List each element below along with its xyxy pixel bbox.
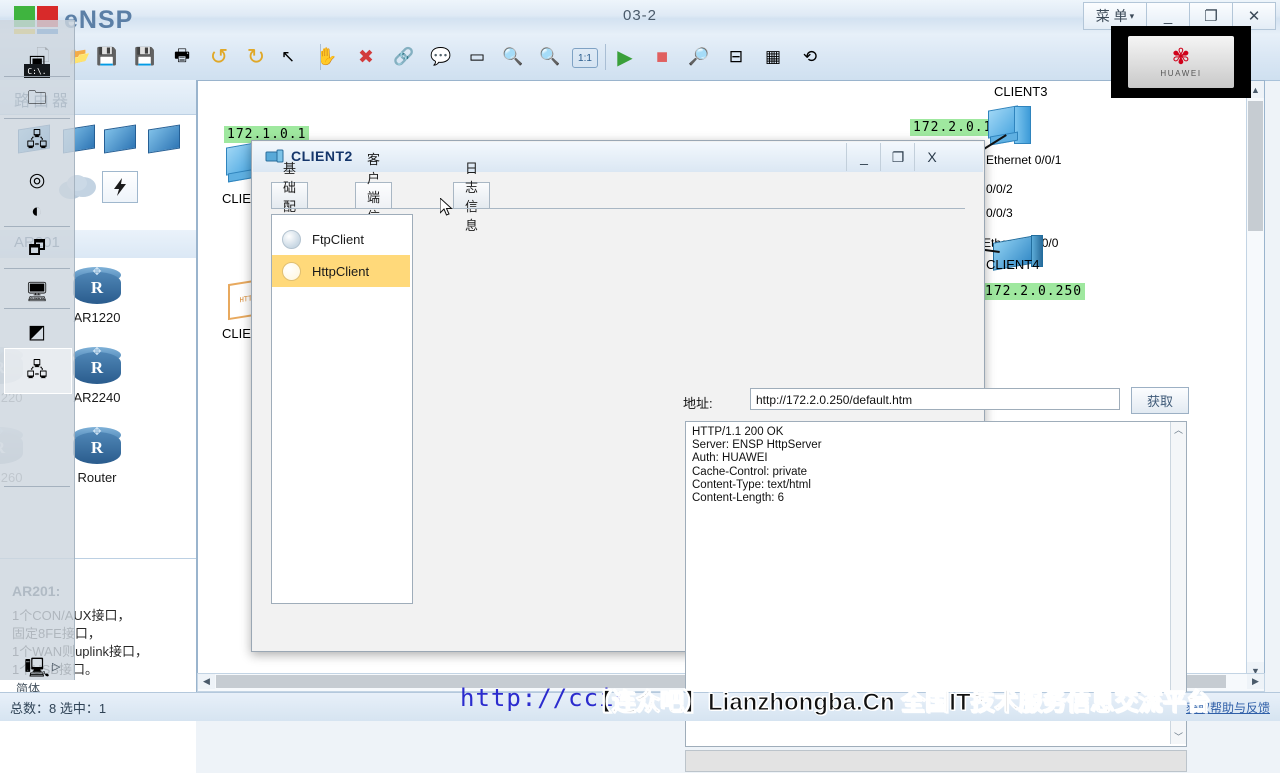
expand-arrow-icon[interactable]: ▷ [52, 660, 60, 673]
device-type-firewall-icon[interactable] [148, 124, 184, 157]
router-group-icon[interactable]: 🖧 [8, 122, 66, 162]
watermark-text: 【连众吧】Lianzhongba.Cn 全国IT技术服务信息交流平台 [588, 689, 1212, 717]
scroll-right-icon[interactable]: ▶ [1247, 674, 1264, 689]
client2-dialog[interactable]: CLIENT2 _ ❐ X 基础配置 客户端信息 日志信息 FtpClient … [251, 140, 1189, 772]
restore-view-icon[interactable]: ⟲ [795, 42, 825, 72]
list-item-httpclient[interactable]: HttpClient [272, 255, 410, 287]
device-type-wlan-icon[interactable] [104, 124, 140, 157]
device-type-selected-icon[interactable] [102, 171, 138, 203]
node-label-client4: CLIENT4 [986, 257, 1040, 272]
folder-icon[interactable]: 🗀 [8, 80, 66, 120]
save-icon[interactable]: 💾 [92, 42, 122, 72]
add-note-icon[interactable]: 💬 [426, 42, 456, 72]
client-type-list[interactable]: FtpClient HttpClient [271, 214, 413, 604]
interface-label-0: Ethernet 0/0/1 [986, 153, 1062, 167]
scroll-left-icon[interactable]: ◀ [198, 674, 215, 689]
address-label: 地址: [683, 396, 713, 411]
select-pointer-icon[interactable]: ↖ [273, 42, 303, 72]
stop-device-icon[interactable]: ■ [647, 42, 677, 72]
tab-log-info[interactable]: 日志信息 [453, 161, 491, 233]
interface-label-1: 0/0/2 [986, 182, 1013, 196]
pan-hand-icon[interactable]: ✋ [312, 42, 342, 72]
response-scroll-down-icon[interactable]: ﹀ [1171, 729, 1186, 744]
router-icon: ✥R [70, 264, 124, 308]
delete-icon[interactable]: ✖ [351, 42, 381, 72]
main-toolbar: 🗋📂💾💾🖶↺↻↖✋✖🔗💬▭🔍🔍1:1▶■🔎⊟▦⟲ [0, 34, 1280, 81]
ip-badge-client3: 172.2.0.1 [910, 119, 996, 136]
address-input[interactable]: http://172.2.0.250/default.htm [750, 388, 1120, 410]
status-bar-text: 总数：8 选中：1 [10, 701, 107, 716]
toolbar-separator [605, 44, 606, 70]
selected-tool-icon[interactable]: 🖧 [8, 352, 66, 392]
response-scroll-up-icon[interactable]: ︿ [1171, 422, 1186, 437]
radio-icon[interactable] [282, 261, 301, 281]
delete-link-icon[interactable]: 🔗 [389, 42, 419, 72]
list-item-ftpclient[interactable]: FtpClient [272, 223, 410, 255]
mouse-cursor [439, 196, 454, 218]
dialog-body: 基础配置 客户端信息 日志信息 FtpClient HttpClient 地址:… [253, 152, 1189, 772]
zoom-in-icon[interactable]: 🔍 [498, 42, 528, 72]
tab-divider [271, 208, 965, 209]
zoom-out-icon[interactable]: 🔍 [535, 42, 565, 72]
client-device-icon [265, 148, 285, 166]
huawei-logo-overlay: ✾ HUAWEI [1111, 26, 1251, 98]
huawei-flower-icon: ✾ [1171, 43, 1191, 69]
toolbar-separator [320, 44, 321, 70]
list-item-label: FtpClient [312, 231, 365, 247]
window-icon[interactable]: 🗗 [8, 230, 66, 270]
radio-icon[interactable] [282, 229, 301, 249]
menu-button-label: 菜 单 [1095, 8, 1128, 24]
router-icon: ✥R [70, 424, 124, 468]
response-text: HTTP/1.1 200 OK Server: ENSP HttpServer … [692, 426, 822, 505]
node-label-client3: CLIENT3 [994, 84, 1048, 99]
dialog-minimize-button[interactable]: _ [846, 143, 881, 171]
start-device-icon[interactable]: ▶ [610, 42, 640, 72]
topology-tree-icon[interactable]: ⊟ [721, 42, 751, 72]
save-as-icon[interactable]: 💾 [130, 42, 160, 72]
undo-icon[interactable]: ↺ [204, 42, 234, 72]
print-icon[interactable]: 🖶 [167, 42, 197, 72]
dialog-status-field [685, 750, 1187, 772]
highlight-icon[interactable]: ◩ [8, 312, 66, 352]
left-icon-column-items: ▣ C:\. 🗀 🖧 ◎ ◐ 🗗 🖥 ◩ 🖧 🖳 ▷ [0, 20, 74, 680]
huawei-brand-label: HUAWEI [1160, 68, 1202, 78]
redo-icon[interactable]: ↻ [241, 42, 271, 72]
ip-badge-client4: 172.2.0.250 [982, 283, 1086, 300]
dialog-title-bar[interactable]: CLIENT2 _ ❐ X [253, 142, 983, 173]
capture-packet-icon[interactable]: 🔎 [684, 42, 714, 72]
add-shape-icon[interactable]: ▭ [462, 42, 492, 72]
canvas-vertical-scrollbar[interactable]: ▲ ▼ [1246, 81, 1264, 679]
interface-label-2: 0/0/3 [986, 206, 1013, 220]
tab-basic-config[interactable]: 基础配置 [271, 161, 309, 233]
dialog-title-label: CLIENT2 [291, 148, 353, 164]
node-icon-client3[interactable] [988, 105, 1034, 150]
dialog-maximize-button[interactable]: ❐ [880, 143, 915, 171]
list-item-label: HttpClient [312, 263, 370, 279]
tab-client-info[interactable]: 客户端信息 [355, 152, 393, 243]
router-icon: ✥R [70, 344, 124, 388]
vertical-scroll-thumb[interactable] [1248, 101, 1263, 231]
get-button[interactable]: 获取 [1131, 387, 1189, 414]
grid-icon[interactable]: ▦ [758, 42, 788, 72]
device-icon[interactable]: 🖥 [8, 272, 66, 312]
zoom-reset-icon[interactable]: 1:1 [572, 48, 598, 68]
dialog-close-button[interactable]: X [914, 143, 949, 171]
